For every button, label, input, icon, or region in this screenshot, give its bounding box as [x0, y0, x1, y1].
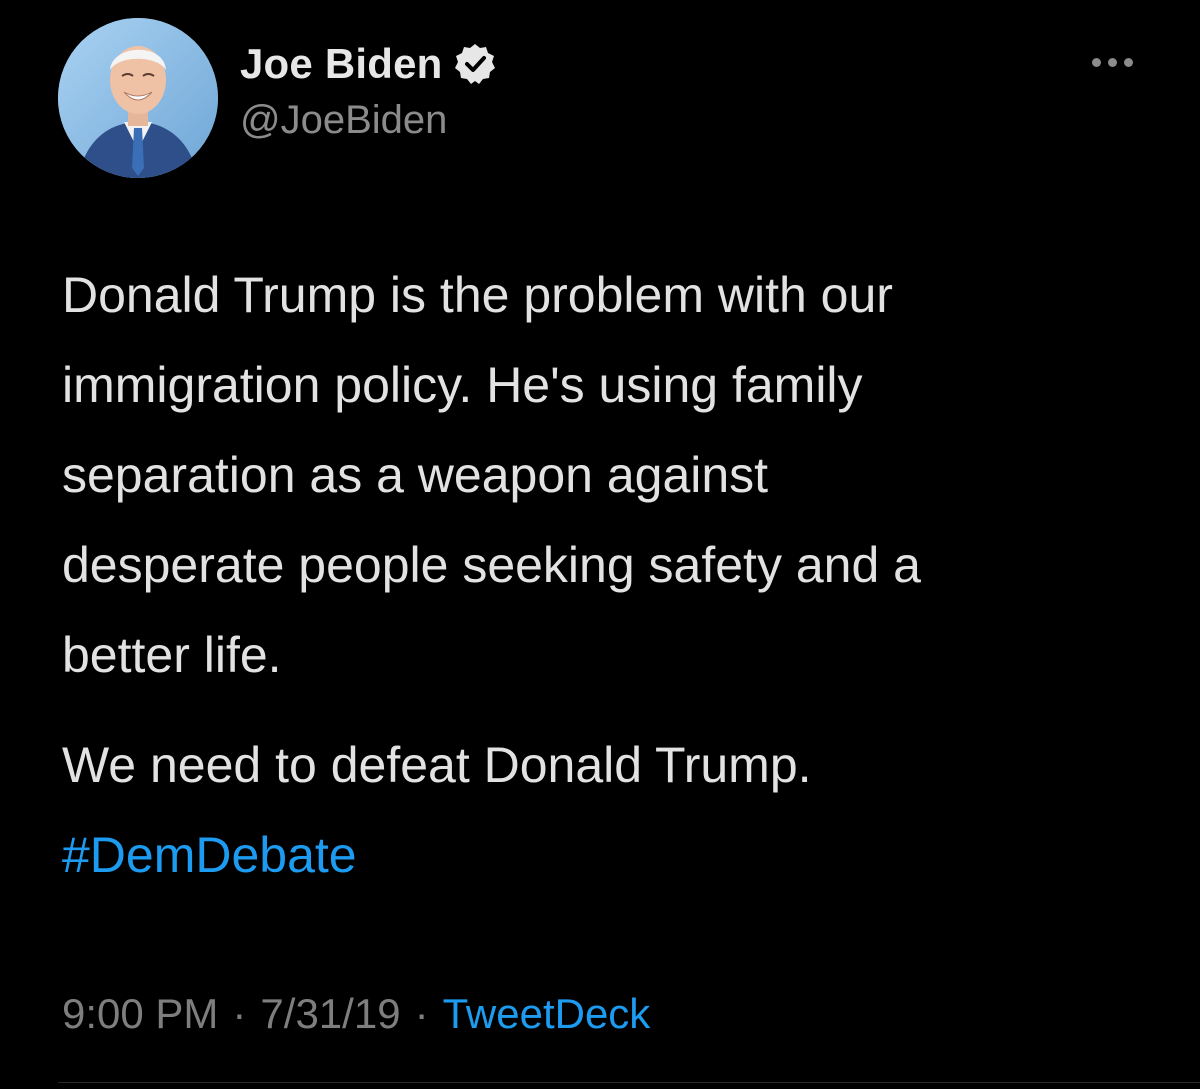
divider	[58, 1082, 1200, 1083]
tweet-paragraph-2-text: We need to defeat Donald Trump.	[62, 737, 812, 793]
author-name-row[interactable]: Joe Biden	[240, 40, 497, 88]
tweet-text: Donald Trump is the problem with our imm…	[62, 250, 1172, 900]
dot	[1092, 57, 1101, 67]
more-options-icon[interactable]	[1092, 52, 1140, 72]
tweet-source-link[interactable]: TweetDeck	[443, 990, 651, 1038]
tweet-metadata: 9:00 PM · 7/31/19 · TweetDeck	[62, 990, 650, 1038]
avatar[interactable]	[58, 18, 218, 178]
meta-separator: ·	[414, 990, 429, 1037]
dot	[1124, 57, 1133, 67]
author-display-name[interactable]: Joe Biden	[240, 40, 443, 88]
tweet-time[interactable]: 9:00 PM	[62, 990, 218, 1038]
meta-separator: ·	[232, 990, 247, 1037]
tweet-paragraph-2: We need to defeat Donald Trump. #DemDebat…	[62, 720, 1172, 900]
verified-badge-icon	[453, 42, 497, 86]
avatar-photo	[58, 18, 218, 178]
hashtag-link[interactable]: #DemDebate	[62, 827, 357, 883]
tweet-date[interactable]: 7/31/19	[260, 990, 400, 1038]
tweet-detail: Joe Biden @JoeBiden Donald Trump is the …	[0, 0, 1200, 1089]
dot	[1108, 57, 1117, 67]
tweet-paragraph-1: Donald Trump is the problem with our imm…	[62, 267, 921, 683]
author-handle[interactable]: @JoeBiden	[240, 98, 447, 143]
